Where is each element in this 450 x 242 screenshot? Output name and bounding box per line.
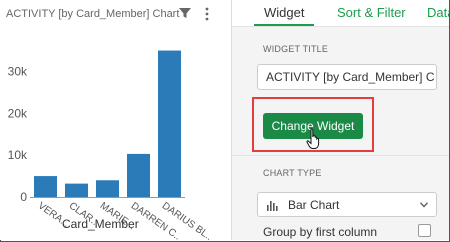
active-tab-indicator — [254, 24, 314, 26]
chart-type-select[interactable]: Bar Chart — [257, 192, 437, 217]
bar[interactable] — [158, 50, 181, 198]
tab-sort-filter[interactable]: Sort & Filter — [337, 5, 406, 20]
chart-panel: ACTIVITY [by Card_Member] Chart 0 10k 20k 3… — [0, 0, 231, 240]
y-tick-label: 20k — [8, 106, 28, 120]
chart-type-value: Bar Chart — [288, 198, 340, 212]
group-by-first-column-checkbox[interactable] — [418, 224, 431, 237]
tab-data[interactable]: Data — [427, 5, 449, 20]
settings-panel: Widget Sort & Filter Data WIDGET TITLE A… — [232, 0, 449, 240]
widget-title-input[interactable]: ACTIVITY [by Card_Member] C — [257, 64, 437, 90]
hand-cursor-icon — [306, 128, 320, 149]
y-tick-label: 0 — [20, 190, 27, 204]
bar[interactable] — [127, 153, 150, 197]
bar-chart-icon — [267, 201, 278, 211]
tab-bar: Widget Sort & Filter Data — [232, 0, 449, 27]
tab-widget[interactable]: Widget — [264, 5, 304, 20]
group-by-first-column-label: Group by first column — [263, 225, 378, 239]
widget-title-label: WIDGET TITLE — [263, 44, 329, 54]
x-axis-label: Card_Member — [62, 217, 139, 231]
bar[interactable] — [34, 176, 57, 197]
chart-type-label: CHART TYPE — [263, 168, 322, 178]
section-separator — [232, 155, 449, 156]
bar[interactable] — [65, 183, 88, 197]
bar[interactable] — [96, 180, 119, 197]
y-tick-label: 10k — [8, 148, 28, 162]
bar-chart: 010k20k30k VERA...CLAR...MARIE...DARREN … — [8, 50, 216, 240]
chevron-down-icon — [420, 202, 428, 208]
y-tick-label: 30k — [8, 64, 28, 78]
